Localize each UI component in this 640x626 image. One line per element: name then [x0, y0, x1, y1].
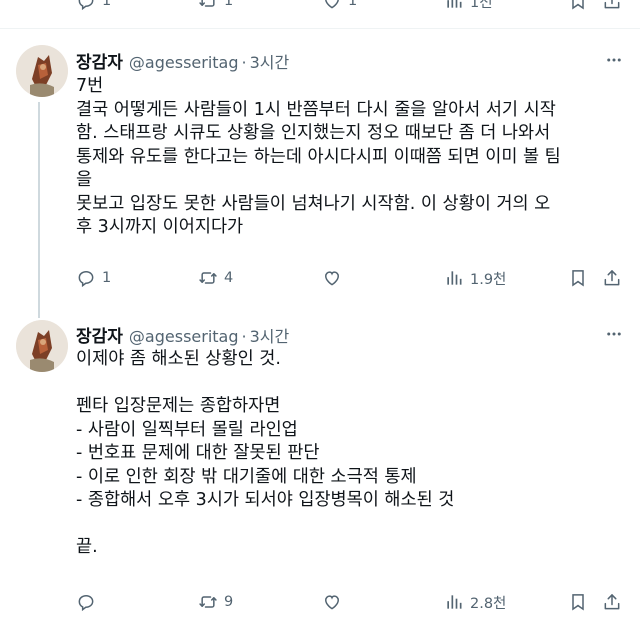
views-icon: [447, 595, 462, 609]
tweet-1[interactable]: 장감자 @agesseritag · 3시간 7번 결국 어떻게든 사람들이 1…: [0, 40, 640, 318]
views-button[interactable]: 2.8천: [444, 587, 506, 617]
like-button[interactable]: 1: [322, 0, 357, 16]
tweet-actions: 1 4 1.9천: [0, 263, 640, 293]
retweet-icon: [199, 272, 217, 284]
heart-icon: [325, 0, 339, 9]
views-icon: [447, 271, 462, 285]
share-icon: [604, 0, 620, 9]
divider: [0, 28, 640, 29]
view-count: 1천: [470, 0, 493, 11]
more-icon: [607, 332, 621, 336]
heart-icon: [324, 595, 340, 610]
views-button[interactable]: 1천: [444, 0, 493, 16]
avatar[interactable]: [16, 320, 68, 372]
bookmark-icon: [572, 0, 584, 10]
avatar[interactable]: [16, 45, 68, 97]
tweet-2[interactable]: 장감자 @agesseritag · 3시간 이제야 좀 해소된 상황인 것. …: [0, 316, 640, 622]
bookmark-button[interactable]: [566, 263, 590, 293]
tweet-header: 장감자 @agesseritag · 3시간: [76, 48, 290, 73]
more-icon: [607, 58, 621, 62]
tweet-line: - 번호표 문제에 대한 잘못된 판단: [76, 443, 320, 463]
user-handle[interactable]: @agesseritag: [129, 327, 239, 346]
reply-count: 1: [102, 270, 112, 286]
tweet-line: [76, 372, 624, 396]
retweet-count: 4: [224, 270, 234, 286]
like-button[interactable]: [322, 587, 348, 617]
tweet-line: 함. 스태프랑 시큐도 상황을 인지했는지 정오 때보단 좀 더 나와서: [76, 123, 551, 143]
user-handle[interactable]: @agesseritag: [129, 53, 239, 72]
retweet-button[interactable]: 1: [198, 0, 233, 16]
reply-icon: [78, 0, 94, 11]
tweet-text: 7번 결국 어떻게든 사람들이 1시 반쯤부터 다시 줄을 알아서 서기 시작 …: [76, 75, 624, 240]
tweet-line: 후 3시까지 이어지다가: [76, 217, 244, 237]
tweet-line: 못보고 입장도 못한 사람들이 넘쳐나기 시작함. 이 상황이 거의 오: [76, 193, 551, 214]
timestamp[interactable]: 3시간: [250, 323, 290, 347]
tweet-line: - 이로 인한 회장 밖 대기줄에 대한 소극적 통제: [76, 466, 417, 487]
tweet-line: 펜타 입장문제는 종합하자면: [76, 396, 281, 416]
share-button[interactable]: [600, 263, 624, 293]
bookmark-button[interactable]: [566, 587, 590, 617]
like-button[interactable]: [322, 263, 348, 293]
timestamp[interactable]: 3시간: [250, 49, 290, 73]
reply-icon: [78, 270, 94, 288]
previous-tweet-actions: 1 1 1 1천: [0, 0, 640, 16]
more-button[interactable]: [602, 48, 626, 72]
tweet-line: 7번: [76, 76, 104, 96]
separator-dot: ·: [241, 53, 247, 72]
view-count: 1.9천: [470, 271, 507, 288]
retweet-button[interactable]: 4: [198, 263, 233, 293]
views-button[interactable]: 1.9천: [444, 263, 506, 293]
tweet-line: 끝.: [76, 537, 98, 557]
tweet-header: 장감자 @agesseritag · 3시간: [76, 322, 290, 347]
separator-dot: ·: [241, 327, 247, 346]
reply-count: 1: [102, 0, 112, 9]
share-button[interactable]: [600, 587, 624, 617]
tweet-line: 이제야 좀 해소된 상황인 것.: [76, 349, 281, 369]
bookmark-icon: [572, 594, 584, 611]
reply-button[interactable]: 1: [76, 0, 111, 16]
views-icon: [447, 0, 462, 8]
display-name[interactable]: 장감자: [76, 322, 123, 347]
retweet-button[interactable]: 9: [198, 587, 233, 617]
share-icon: [604, 594, 620, 610]
like-count: 1: [348, 0, 358, 9]
share-icon: [604, 270, 620, 286]
tweet-line: - 사람이 일찍부터 몰릴 라인업: [76, 419, 298, 440]
more-button[interactable]: [602, 322, 626, 346]
view-count: 2.8천: [470, 595, 507, 612]
tweet-actions: 9 2.8천: [0, 587, 640, 617]
bookmark-icon: [572, 270, 584, 287]
share-button[interactable]: [600, 0, 624, 16]
tweet-line: 을: [76, 170, 93, 190]
reply-button[interactable]: [76, 587, 102, 617]
tweet-line: [76, 513, 624, 537]
tweet-line: - 종합해서 오후 3시가 되서야 입장병목이 해소된 것: [76, 490, 455, 510]
tweet-line: 통제와 유도를 한다고는 하는데 아시다시피 이때쯤 되면 이미 볼 팀: [76, 146, 561, 167]
reply-button[interactable]: 1: [76, 263, 111, 293]
retweet-icon: [199, 0, 215, 7]
retweet-count: 9: [224, 594, 234, 610]
reply-icon: [78, 594, 94, 612]
heart-icon: [324, 271, 340, 286]
bookmark-button[interactable]: [566, 0, 590, 16]
display-name[interactable]: 장감자: [76, 48, 123, 73]
retweet-icon: [199, 596, 217, 608]
retweet-count: 1: [224, 0, 234, 9]
tweet-line: 결국 어떻게든 사람들이 1시 반쯤부터 다시 줄을 알아서 서기 시작: [76, 99, 556, 120]
tweet-text: 이제야 좀 해소된 상황인 것. 펜타 입장문제는 종합하자면 - 사람이 일찍…: [76, 348, 624, 560]
